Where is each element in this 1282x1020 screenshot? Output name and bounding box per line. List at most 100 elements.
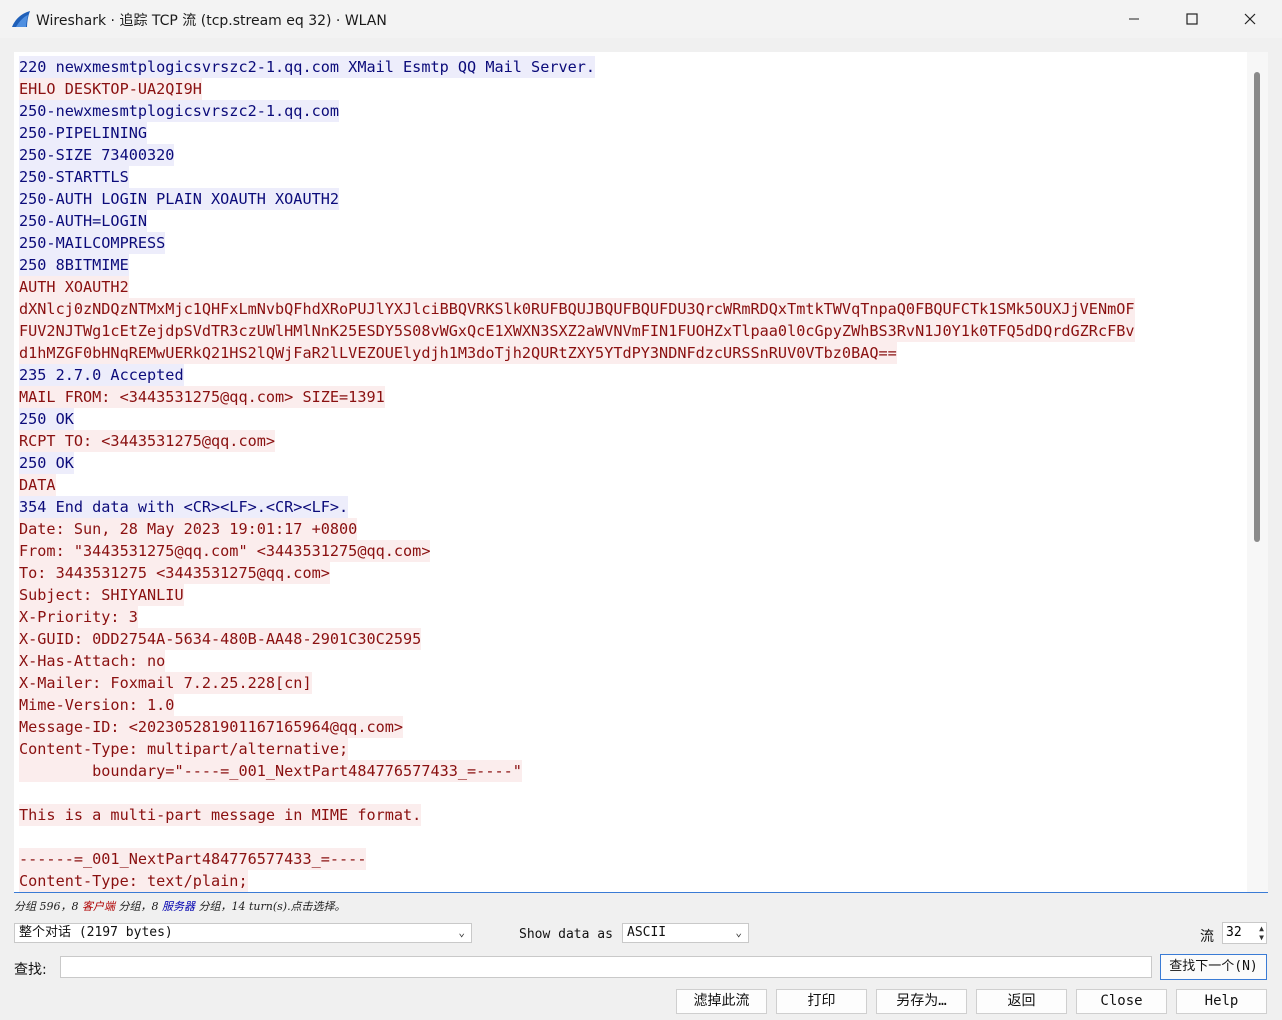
status-suffix: 分组，14 turn(s).点击选择。 [195,900,346,913]
stream-line-text: 250 OK [19,452,74,474]
stream-line-text: 250-SIZE 73400320 [19,144,175,166]
client-line: X-Mailer: Foxmail 7.2.25.228[cn] [19,672,1135,694]
show-data-as-select[interactable]: ASCII ⌄ [622,923,749,943]
stream-line-text: X-Priority: 3 [19,606,138,628]
stream-line-text: 250-AUTH=LOGIN [19,210,148,232]
server-line: 250 8BITMIME [19,254,1135,276]
client-line: MAIL FROM: <3443531275@qq.com> SIZE=1391 [19,386,1135,408]
client-line: ------=_001_NextPart484776577433_=---- [19,848,1135,870]
stream-line-text: 250-AUTH LOGIN PLAIN XOAUTH XOAUTH2 [19,188,340,210]
spin-up-icon[interactable]: ▲ [1259,924,1264,933]
close-button[interactable]: Close [1076,989,1167,1014]
scrollbar-thumb[interactable] [1254,72,1260,542]
client-line: dXNlcj0zNDQzNTMxMjc1QHFxLmNvbQFhdXRoPUJl… [19,298,1135,320]
window-title: Wireshark · 追踪 TCP 流 (tcp.stream eq 32) … [36,13,387,29]
spin-down-icon[interactable]: ▼ [1259,933,1264,942]
client-line: Date: Sun, 28 May 2023 19:01:17 +0800 [19,518,1135,540]
server-line: 250-SIZE 73400320 [19,144,1135,166]
stream-line-text: 250-MAILCOMPRESS [19,232,166,254]
stream-line-text: Message-ID: <202305281901167165964@qq.co… [19,716,404,738]
server-line: 250-AUTH=LOGIN [19,210,1135,232]
client-line: RCPT TO: <3443531275@qq.com> [19,430,1135,452]
chevron-down-icon: ⌄ [735,926,742,939]
stream-lines: 220 newxmesmtplogicsvrszc2-1.qq.com XMai… [19,56,1135,892]
stream-number-value: 32 [1226,925,1242,940]
client-line [19,826,1135,848]
stream-line-text: 250 OK [19,408,74,430]
title-bar: Wireshark · 追踪 TCP 流 (tcp.stream eq 32) … [0,0,1282,38]
stream-line-text: Mime-Version: 1.0 [19,694,175,716]
stream-line-text: 250-newxmesmtplogicsvrszc2-1.qq.com [19,100,340,122]
server-line: 354 End data with <CR><LF>.<CR><LF>. [19,496,1135,518]
conversation-select[interactable]: 整个对话 (2197 bytes) ⌄ [14,923,472,943]
server-line: 235 2.7.0 Accepted [19,364,1135,386]
server-line: 250-STARTTLS [19,166,1135,188]
minimize-icon [1129,18,1139,20]
stream-line-text: ------=_001_NextPart484776577433_=---- [19,848,367,870]
server-line: 250-MAILCOMPRESS [19,232,1135,254]
stream-line-text: AUTH XOAUTH2 [19,276,129,298]
server-line: 250-PIPELINING [19,122,1135,144]
stream-line-text: This is a multi-part message in MIME for… [19,804,422,826]
stream-line-text: X-Has-Attach: no [19,650,166,672]
filter-out-stream-button[interactable]: 滤掉此流 [676,989,767,1014]
conversation-select-value: 整个对话 (2197 bytes) [19,925,173,940]
stream-line-text: From: "3443531275@qq.com" <3443531275@qq… [19,540,431,562]
client-line: To: 3443531275 <3443531275@qq.com> [19,562,1135,584]
stream-line-text: 235 2.7.0 Accepted [19,364,184,386]
help-button[interactable]: Help [1176,989,1267,1014]
client-line: From: "3443531275@qq.com" <3443531275@qq… [19,540,1135,562]
find-next-button[interactable]: 查找下一个(N) [1160,954,1267,980]
client-line: EHLO DESKTOP-UA2QI9H [19,78,1135,100]
show-data-as-value: ASCII [627,925,667,940]
stream-number-label: 流 [1200,929,1214,945]
back-button[interactable]: 返回 [976,989,1067,1014]
client-line: d1hMZGF0bHNqREMwUERkQ21HS2lQWjFaR2lLVEZO… [19,342,1135,364]
find-label: 查找: [14,962,47,978]
stream-number-spinbox[interactable]: 32 ▲ ▼ [1222,922,1267,944]
show-data-as-label: Show data as [519,927,613,942]
server-line: 250 OK [19,408,1135,430]
save-as-button[interactable]: 另存为… [876,989,967,1014]
client-line [19,782,1135,804]
server-line: 250-AUTH LOGIN PLAIN XOAUTH XOAUTH2 [19,188,1135,210]
stream-line-text: MAIL FROM: <3443531275@qq.com> SIZE=1391 [19,386,385,408]
print-button[interactable]: 打印 [776,989,867,1014]
minimize-button[interactable] [1105,0,1163,38]
stream-line-text: 250-STARTTLS [19,166,129,188]
stream-line-text: Content-Type: text/plain; [19,870,248,892]
stream-line-text: dXNlcj0zNDQzNTMxMjc1QHFxLmNvbQFhdXRoPUJl… [19,298,1135,320]
client-line: Content-Type: multipart/alternative; [19,738,1135,760]
stream-line-text: EHLO DESKTOP-UA2QI9H [19,78,202,100]
maximize-button[interactable] [1163,0,1221,38]
server-line: 250-newxmesmtplogicsvrszc2-1.qq.com [19,100,1135,122]
status-middle: 分组，8 [115,900,162,913]
client-line: FUV2NJTWg1cEtZejdpSVdTR3czUWlHMlNnK25ESD… [19,320,1135,342]
stream-content-pane[interactable]: 220 newxmesmtplogicsvrszc2-1.qq.com XMai… [14,52,1268,893]
find-input[interactable] [60,956,1152,978]
status-server-word: 服务器 [162,900,195,913]
stream-line-text: 220 newxmesmtplogicsvrszc2-1.qq.com XMai… [19,56,596,78]
stream-summary-status: 分组 596，8 客户端 分组，8 服务器 分组，14 turn(s).点击选择… [14,898,346,914]
server-line: 220 newxmesmtplogicsvrszc2-1.qq.com XMai… [19,56,1135,78]
client-line: boundary="----=_001_NextPart484776577433… [19,760,1135,782]
stream-line-text: Subject: SHIYANLIU [19,584,184,606]
stream-line-text: 250 8BITMIME [19,254,129,276]
client-line: AUTH XOAUTH2 [19,276,1135,298]
stream-line-text: Date: Sun, 28 May 2023 19:01:17 +0800 [19,518,358,540]
stream-line-text: X-GUID: 0DD2754A-5634-480B-AA48-2901C30C… [19,628,422,650]
stream-line-text: RCPT TO: <3443531275@qq.com> [19,430,276,452]
client-line: DATA [19,474,1135,496]
stream-line-text: 250-PIPELINING [19,122,148,144]
client-line: X-GUID: 0DD2754A-5634-480B-AA48-2901C30C… [19,628,1135,650]
client-line: This is a multi-part message in MIME for… [19,804,1135,826]
status-client-word: 客户端 [82,900,115,913]
status-prefix: 分组 596，8 [14,900,82,913]
client-line: Message-ID: <202305281901167165964@qq.co… [19,716,1135,738]
close-window-button[interactable] [1221,0,1279,38]
server-line: 250 OK [19,452,1135,474]
stream-line-text: FUV2NJTWg1cEtZejdpSVdTR3czUWlHMlNnK25ESD… [19,320,1135,342]
stream-line-text: d1hMZGF0bHNqREMwUERkQ21HS2lQWjFaR2lLVEZO… [19,342,897,364]
stream-line-text: To: 3443531275 <3443531275@qq.com> [19,562,330,584]
stream-line-text: boundary="----=_001_NextPart484776577433… [19,760,522,782]
